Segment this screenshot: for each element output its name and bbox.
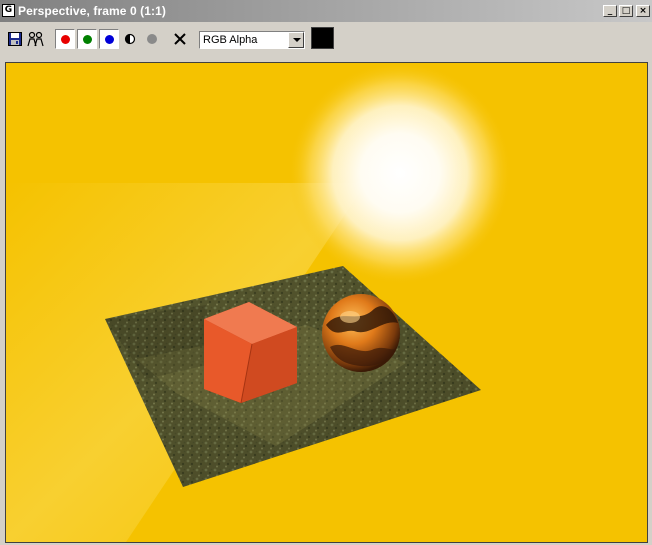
minimize-button[interactable]: _ [603, 5, 617, 17]
app-icon: G [2, 4, 15, 17]
title-bar[interactable]: G Perspective, frame 0 (1:1) _ □ × [0, 0, 652, 22]
render-viewport[interactable] [5, 62, 648, 543]
display-mode-select[interactable]: RGB Alpha [199, 31, 305, 49]
sun-glow [288, 63, 512, 285]
rendered-scene [6, 63, 647, 542]
green-channel-icon [82, 34, 92, 44]
window-title: Perspective, frame 0 (1:1) [18, 4, 167, 18]
red-channel-toggle[interactable] [55, 29, 75, 49]
save-icon[interactable] [6, 30, 24, 48]
red-channel-icon [60, 34, 70, 44]
clone-icon[interactable] [27, 30, 45, 48]
display-mode-value: RGB Alpha [203, 34, 258, 46]
blue-channel-toggle[interactable] [99, 29, 119, 49]
blue-channel-icon [104, 34, 114, 44]
green-channel-toggle[interactable] [77, 29, 97, 49]
marble-sphere [322, 294, 400, 372]
clear-icon[interactable] [171, 30, 189, 48]
monochrome-icon[interactable] [121, 30, 139, 48]
toolbar: RGB Alpha [0, 22, 652, 54]
dropdown-button[interactable] [288, 32, 304, 48]
chevron-down-icon [293, 38, 301, 42]
close-button[interactable]: × [636, 5, 650, 17]
color-swatch[interactable] [311, 27, 334, 49]
alpha-channel-icon[interactable] [143, 30, 161, 48]
maximize-button[interactable]: □ [619, 5, 633, 17]
